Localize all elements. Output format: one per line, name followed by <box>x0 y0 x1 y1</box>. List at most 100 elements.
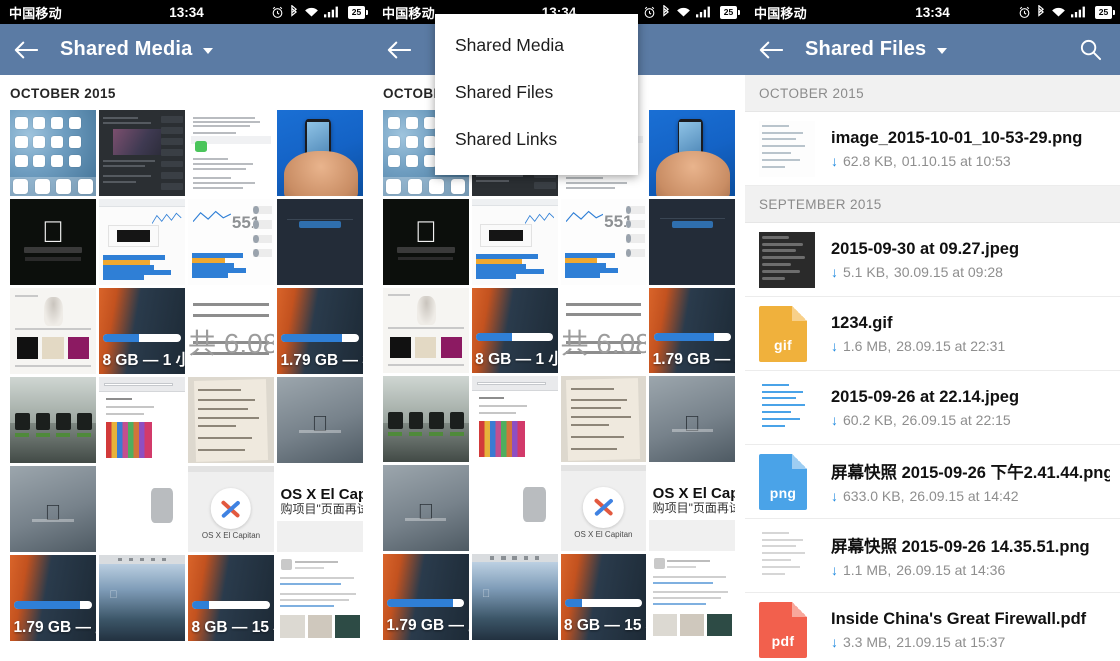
title-dropdown-menu[interactable]: Shared Media Shared Files Shared Links <box>435 14 638 175</box>
thumb-survey-results[interactable]: 551 <box>560 198 647 285</box>
thumb-dark-settings-panel[interactable] <box>277 199 363 285</box>
thumbnail-art <box>10 377 96 463</box>
file-details: image_2015-10-01_10-53-29.png ↓ 62.8 KB,… <box>831 129 1110 169</box>
chevron-down-icon[interactable] <box>203 48 214 54</box>
file-thumbnail <box>759 527 815 584</box>
thumb-total-size[interactable]: 共 6.08 GB <box>560 287 647 374</box>
thumbnail-art: OS X El Capitan <box>560 465 647 551</box>
file-size: 5.1 KB, <box>843 263 889 280</box>
media-grid:  551 8 GB — 1 小时 <box>0 110 373 641</box>
file-list-item[interactable]: 2015-09-30 at 09.27.jpeg ↓ 5.1 KB, 30.09… <box>745 223 1120 297</box>
thumb-browser-mosaic[interactable] <box>471 376 558 462</box>
progress-bar <box>476 332 554 341</box>
thumb-dark-settings-panel[interactable] <box>649 198 735 285</box>
panel-shared-media-menu: 中国移动 13:34 25 Sh <box>373 0 745 661</box>
file-name: 屏幕快照 2015-09-26 14.35.51.png <box>831 538 1090 556</box>
thumb-download-calculating[interactable]: 1.79 GB — 正在计 <box>10 555 96 641</box>
download-arrow-icon: ↓ <box>831 633 838 650</box>
thumb-office-desks[interactable] <box>10 377 96 463</box>
thumb-download-calculating[interactable]: 1.79 GB — 正在计 <box>383 553 469 640</box>
thumb-apple-logo-dark[interactable]:  <box>10 199 96 285</box>
thumb-apple-boot-screen-2[interactable]:  <box>383 465 469 551</box>
thumb-download-15-hours[interactable]: 8 GB — 15 小时 34 <box>560 553 647 640</box>
thumb-analytics-dashboard[interactable] <box>471 198 558 285</box>
thumb-weibo-post[interactable] <box>277 555 363 641</box>
file-list-item[interactable]: 2015-09-26 at 22.14.jpeg ↓ 60.2 KB, 26.0… <box>745 371 1120 445</box>
panel-shared-media: 中国移动 13:34 25 Shared Media OCTOBER 2015 … <box>0 0 373 661</box>
thumb-download-3-min[interactable]: 1.79 GB — 3 分钟 <box>277 288 363 374</box>
download-progress-overlay: 8 GB — 1 小时 <box>99 329 185 374</box>
thumb-download-15-hours[interactable]: 8 GB — 15 小时 34 <box>188 555 274 641</box>
thumbnail-art <box>277 199 363 285</box>
thumb-total-size[interactable]: 共 6.08 GB <box>188 288 274 374</box>
thumb-paper-receipt[interactable] <box>188 377 274 463</box>
thumb-os-x-el-capitan[interactable]: OS X El Capitan <box>188 466 274 552</box>
thumb-analytics-dashboard[interactable] <box>99 199 185 285</box>
thumbnail-art <box>649 198 735 285</box>
thumbnail-art: OS X El Capitan"失败 购项目"页面再试一次。 <box>277 466 363 552</box>
file-list-item[interactable]: png 屏幕快照 2015-09-26 下午2.41.44.png ↓ 633.… <box>745 445 1120 519</box>
thumbnail-art: 551 <box>560 198 647 285</box>
wifi-icon <box>676 6 691 18</box>
thumb-yosemite-wallpaper[interactable]:  <box>99 555 185 641</box>
download-progress-overlay: 1.79 GB — 正在计 <box>10 596 96 641</box>
thumb-download-1-hour[interactable]: 8 GB — 1 小时 <box>99 288 185 374</box>
thumb-weibo-post[interactable] <box>649 553 735 640</box>
thumb-hand-holding-phone[interactable] <box>649 110 735 196</box>
file-date: 26.09.15 at 14:36 <box>896 562 1006 578</box>
bluetooth-icon <box>1036 5 1046 19</box>
menu-item-shared-files[interactable]: Shared Files <box>435 69 638 116</box>
thumb-office-desks[interactable] <box>383 376 469 462</box>
back-arrow-icon[interactable] <box>387 40 421 60</box>
thumbnail-art <box>10 288 96 374</box>
thumb-download-1-hour[interactable]: 8 GB — 1 小时 <box>471 287 558 374</box>
thumb-blank-white-device[interactable] <box>471 465 558 551</box>
file-thumbnail <box>759 120 815 177</box>
thumb-blank-white-device[interactable] <box>99 466 185 552</box>
thumb-chinese-release-notes[interactable] <box>188 110 274 196</box>
file-list: OCTOBER 2015 image_2015-10-01_10-53-29.p… <box>745 75 1120 661</box>
thumbnail-art <box>649 110 735 196</box>
file-name: 2015-09-30 at 09.27.jpeg <box>831 239 1020 258</box>
thumb-keynote-slide[interactable] <box>10 288 96 374</box>
thumb-apple-boot-screen-2[interactable]:  <box>10 466 96 552</box>
thumb-apple-boot-screen[interactable]:  <box>277 377 363 463</box>
thumb-yosemite-wallpaper[interactable]:  <box>471 553 558 640</box>
thumbnail-art:  <box>383 198 469 285</box>
wifi-icon <box>304 6 319 18</box>
file-list-item[interactable]: 屏幕快照 2015-09-26 14.35.51.png ↓ 1.1 MB, 2… <box>745 519 1120 593</box>
file-date: 30.09.15 at 09:28 <box>893 263 1003 280</box>
file-list-item[interactable]: gif 1234.gif ↓ 1.6 MB, 28.09.15 at 22:31 <box>745 297 1120 371</box>
status-icons: 25 <box>1018 5 1115 19</box>
bluetooth-icon <box>661 5 671 19</box>
thumbnail-art <box>383 287 469 374</box>
section-header: OCTOBER 2015 <box>745 75 1120 112</box>
thumb-el-capitan-error[interactable]: OS X El Capitan"失败 购项目"页面再试一次。 <box>649 465 735 551</box>
thumb-el-capitan-error[interactable]: OS X El Capitan"失败 购项目"页面再试一次。 <box>277 466 363 552</box>
thumb-paper-receipt[interactable] <box>560 376 647 462</box>
thumb-os-x-el-capitan[interactable]: OS X El Capitan <box>560 465 647 551</box>
thumb-apple-logo-dark[interactable]:  <box>383 198 469 285</box>
thumb-download-3-min[interactable]: 1.79 GB — 3 分钟 <box>649 287 735 374</box>
thumb-ios-home-screen[interactable] <box>10 110 96 196</box>
file-list-item[interactable]: image_2015-10-01_10-53-29.png ↓ 62.8 KB,… <box>745 112 1120 186</box>
file-name: 2015-09-26 at 22.14.jpeg <box>831 387 1020 406</box>
thumb-survey-results[interactable]: 551 <box>188 199 274 285</box>
menu-item-shared-links[interactable]: Shared Links <box>435 116 638 163</box>
menu-item-shared-media[interactable]: Shared Media <box>435 22 638 69</box>
back-arrow-icon[interactable] <box>759 40 793 60</box>
chevron-down-icon[interactable] <box>937 48 948 54</box>
thumb-dark-chat[interactable] <box>99 110 185 196</box>
back-arrow-icon[interactable] <box>14 40 48 60</box>
progress-bar <box>281 333 359 342</box>
thumb-apple-boot-screen[interactable]:  <box>649 376 735 462</box>
thumb-hand-holding-phone[interactable] <box>277 110 363 196</box>
file-list-item[interactable]: pdf Inside China's Great Firewall.pdf ↓ … <box>745 593 1120 661</box>
thumb-keynote-slide[interactable] <box>383 287 469 374</box>
download-progress-overlay: 1.79 GB — 正在计 <box>383 595 469 640</box>
search-icon[interactable] <box>1075 34 1106 65</box>
screenshot-root: 中国移动 13:34 25 Shared Media OCTOBER 2015 … <box>0 0 1120 661</box>
download-arrow-icon: ↓ <box>831 337 838 354</box>
download-progress-overlay: 1.79 GB — 3 分钟 <box>277 329 363 374</box>
thumb-browser-mosaic[interactable] <box>99 377 185 463</box>
